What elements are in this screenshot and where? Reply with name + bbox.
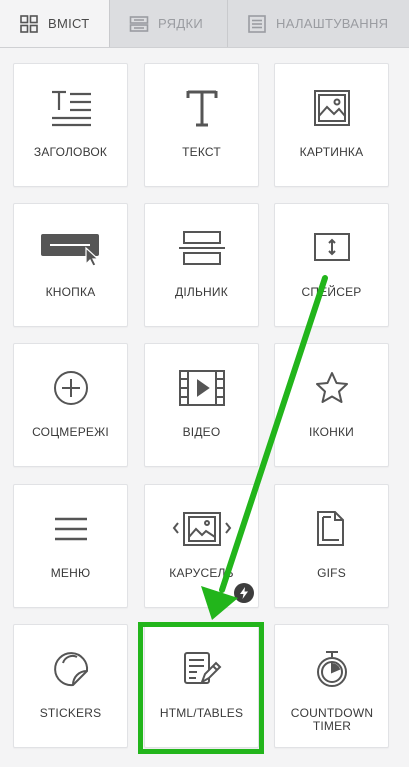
tile-spacer[interactable]: СПЕЙСЕР <box>274 203 389 327</box>
tile-gifs[interactable]: GIFS <box>274 484 389 608</box>
tile-label: GIFS <box>317 566 346 580</box>
lightning-icon <box>240 587 248 599</box>
button-icon <box>40 234 100 267</box>
tile-label: КАРТИНКА <box>299 145 364 159</box>
lightning-badge <box>234 583 254 603</box>
tab-rows-label: РЯДКИ <box>158 16 203 31</box>
tile-label: КАРУСЕЛЬ <box>169 566 234 580</box>
spacer-icon <box>313 233 350 261</box>
tile-divider[interactable]: ДІЛЬНИК <box>144 203 259 327</box>
tile-label: ЗАГОЛОВОК <box>33 145 108 159</box>
tile-label: HTML/TABLES <box>159 706 244 720</box>
tile-countdown-timer[interactable]: COUNTDOWN TIMER <box>274 624 389 748</box>
star-icon <box>315 372 348 403</box>
grid-icon <box>20 14 38 33</box>
image-icon <box>313 90 350 126</box>
tab-settings-label: НАЛАШТУВАННЯ <box>276 16 389 31</box>
tile-label: STICKERS <box>39 706 102 720</box>
tile-stickers[interactable]: STICKERS <box>13 624 128 748</box>
tile-video[interactable]: ВІДЕО <box>144 343 259 467</box>
text-icon <box>186 90 217 127</box>
tile-label: МЕНЮ <box>50 566 91 580</box>
tile-label: СПЕЙСЕР <box>301 285 362 299</box>
tile-label: ТЕКСТ <box>182 145 221 159</box>
divider-icon <box>178 231 225 265</box>
tab-rows[interactable]: РЯДКИ <box>110 0 228 47</box>
carousel-icon <box>172 512 231 546</box>
tile-heading[interactable]: ЗАГОЛОВОК <box>13 63 128 187</box>
social-icon <box>53 371 88 405</box>
settings-panel-icon <box>248 14 266 33</box>
tile-text[interactable]: ТЕКСТ <box>144 63 259 187</box>
html-tables-icon <box>183 652 221 685</box>
tile-carousel[interactable]: КАРУСЕЛЬ <box>144 484 259 608</box>
menu-icon <box>54 517 87 541</box>
tile-icons[interactable]: ІКОНКИ <box>274 343 389 467</box>
tile-image[interactable]: КАРТИНКА <box>274 63 389 187</box>
gif-icon <box>316 511 344 546</box>
tab-settings[interactable]: НАЛАШТУВАННЯ <box>228 0 409 47</box>
tile-label: КНОПКА <box>45 285 96 299</box>
video-icon <box>178 370 225 406</box>
tile-html-tables[interactable]: HTML/TABLES <box>144 624 259 748</box>
tab-bar: ВМІСТ РЯДКИ НАЛАШТУВАННЯ <box>0 0 409 48</box>
tile-label: ДІЛЬНИК <box>175 285 228 299</box>
tab-content[interactable]: ВМІСТ <box>0 0 110 47</box>
tile-label: ВІДЕО <box>182 425 221 439</box>
sticker-icon <box>53 652 88 687</box>
heading-icon <box>51 90 91 127</box>
tile-label: ІКОНКИ <box>308 425 354 439</box>
tab-content-label: ВМІСТ <box>48 16 90 31</box>
tile-label: COUNTDOWN TIMER <box>290 706 374 733</box>
tile-social[interactable]: СОЦМЕРЕЖІ <box>13 343 128 467</box>
rows-icon <box>129 15 149 32</box>
tile-label: СОЦМЕРЕЖІ <box>32 425 109 439</box>
tile-menu[interactable]: МЕНЮ <box>13 484 128 608</box>
tile-button[interactable]: КНОПКА <box>13 203 128 327</box>
timer-icon <box>316 651 347 687</box>
